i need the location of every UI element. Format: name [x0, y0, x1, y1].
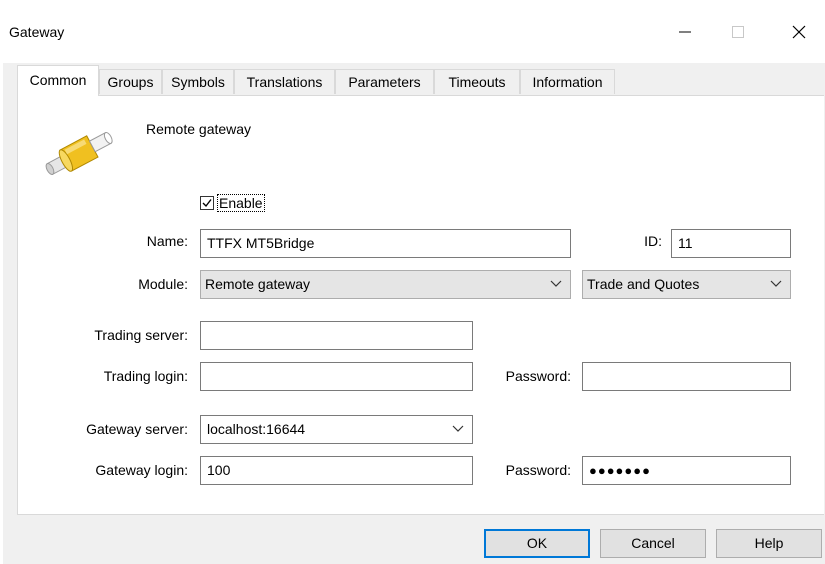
maximize-button [715, 14, 761, 50]
tab-groups[interactable]: Groups [99, 69, 162, 94]
mode-select-value: Trade and Quotes [587, 276, 700, 292]
tab-information[interactable]: Information [520, 69, 615, 94]
module-label: Module: [138, 276, 188, 292]
trading-server-field[interactable] [200, 321, 473, 350]
trading-password-label: Password: [505, 368, 571, 384]
close-icon [792, 25, 806, 39]
name-label: Name: [146, 233, 188, 249]
title-bar: Gateway [0, 0, 825, 63]
cancel-button[interactable]: Cancel [600, 529, 706, 558]
tab-timeouts[interactable]: Timeouts [434, 69, 520, 94]
tab-parameters[interactable]: Parameters [335, 69, 434, 94]
tab-symbols[interactable]: Symbols [162, 69, 234, 94]
gateway-password-field[interactable]: ●●●●●●● [582, 456, 791, 485]
maximize-icon [732, 26, 744, 38]
trading-login-field[interactable] [200, 362, 473, 391]
window-left-edge [0, 63, 3, 564]
chevron-down-icon [550, 280, 562, 287]
gateway-server-label: Gateway server: [86, 421, 188, 437]
ok-button[interactable]: OK [484, 529, 590, 558]
trading-login-label: Trading login: [103, 368, 188, 384]
name-field[interactable]: TTFX MT5Bridge [200, 229, 571, 258]
gateway-server-value: localhost:16644 [207, 421, 306, 437]
trading-server-label: Trading server: [94, 327, 188, 343]
enable-checkbox-wrap[interactable]: Enable [200, 194, 265, 212]
enable-checkbox[interactable] [200, 196, 214, 210]
id-label: ID: [644, 233, 662, 249]
mode-select[interactable]: Trade and Quotes [582, 270, 791, 299]
gateway-server-combo[interactable]: localhost:16644 [200, 415, 473, 444]
tab-common[interactable]: Common [17, 65, 99, 96]
window-title: Gateway [9, 24, 65, 40]
minimize-icon [679, 31, 691, 33]
tab-panel-common [17, 95, 824, 515]
chevron-down-icon [770, 280, 782, 287]
close-button[interactable] [776, 14, 822, 50]
gateway-login-label: Gateway login: [95, 462, 188, 478]
id-field[interactable]: 11 [671, 229, 791, 258]
trading-password-field[interactable] [582, 362, 791, 391]
checkmark-icon [202, 199, 212, 208]
chevron-down-icon[interactable] [452, 425, 464, 433]
help-button[interactable]: Help [716, 529, 822, 558]
tab-translations[interactable]: Translations [234, 69, 335, 94]
gateway-login-field[interactable]: 100 [200, 456, 473, 485]
gateway-connector-icon [42, 127, 118, 182]
minimize-button[interactable] [662, 14, 708, 50]
module-select[interactable]: Remote gateway [200, 270, 571, 299]
gateway-password-label: Password: [505, 462, 571, 478]
module-select-value: Remote gateway [205, 276, 311, 292]
header-label: Remote gateway [146, 121, 252, 137]
enable-label[interactable]: Enable [217, 194, 265, 212]
